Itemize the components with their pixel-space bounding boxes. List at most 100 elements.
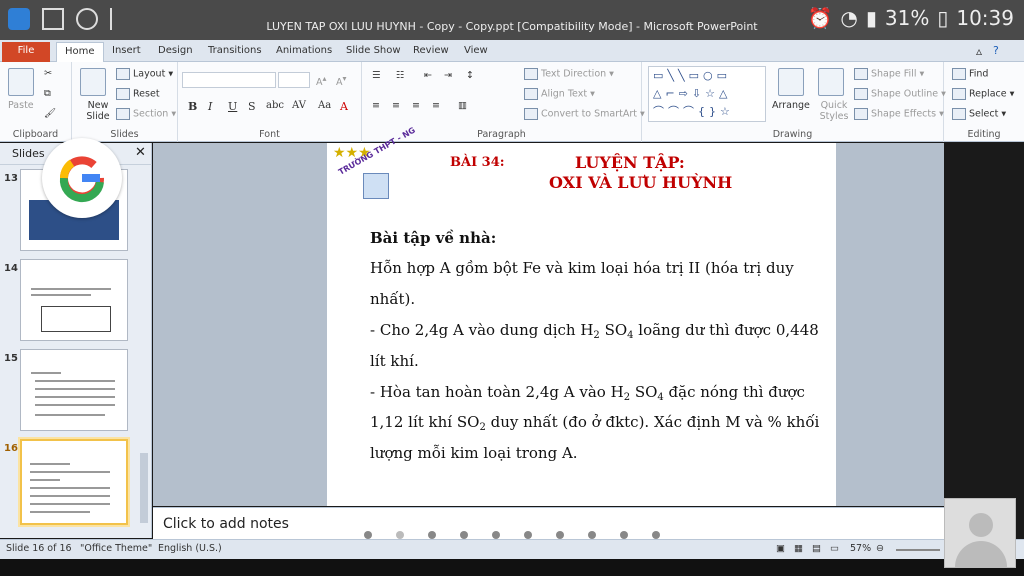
slide-thumbnail-16[interactable] <box>20 439 128 525</box>
char-spacing-button[interactable]: AV <box>292 100 306 111</box>
reading-view-icon[interactable]: ▤ <box>812 543 821 554</box>
new-slide-button[interactable]: New Slide <box>78 100 118 122</box>
shape-fill-button[interactable]: Shape Fill ▾ <box>854 68 924 80</box>
panel-scrollbar[interactable] <box>140 453 148 523</box>
reset-button[interactable]: Reset <box>116 88 160 100</box>
quick-styles-icon <box>818 68 844 96</box>
slide-title-line1: LUYỆN TẬP: <box>575 153 685 172</box>
zoom-level[interactable]: 57% <box>850 543 871 554</box>
tab-design[interactable]: Design <box>150 42 201 62</box>
columns-icon[interactable]: ▥ <box>458 100 467 111</box>
tab-review[interactable]: Review <box>405 42 457 62</box>
shape-effects-label: Shape Effects <box>871 108 937 120</box>
grow-font-icon[interactable]: A▴ <box>316 74 326 88</box>
text-run: loãng dư thì được 0,448 <box>633 321 819 339</box>
zoom-slider[interactable] <box>896 549 940 551</box>
zoom-out-icon[interactable]: ⊖ <box>876 543 884 554</box>
close-panel-icon[interactable]: ✕ <box>135 145 146 160</box>
body-line-1: Hỗn hợp A gồm bột Fe và kim loại hóa trị… <box>370 259 794 277</box>
bold-button[interactable]: B <box>188 100 197 113</box>
select-button[interactable]: Select ▾ <box>952 108 1006 120</box>
shape-outline-button[interactable]: Shape Outline ▾ <box>854 88 946 100</box>
text-run: - Hòa tan hoàn toàn 2,4g A vào H <box>370 383 624 401</box>
slides-tab[interactable]: Slides <box>12 147 45 160</box>
shape-fill-label: Shape Fill <box>871 68 917 80</box>
italic-button[interactable]: I <box>208 100 212 113</box>
tab-transitions[interactable]: Transitions <box>200 42 270 62</box>
strikethrough-button[interactable]: S <box>248 100 256 113</box>
align-right-icon[interactable]: ≡ <box>412 100 420 111</box>
decrease-indent-icon[interactable]: ⇤ <box>424 70 432 81</box>
smartart-button[interactable]: Convert to SmartArt ▾ <box>524 108 645 120</box>
school-logo-icon <box>363 173 389 199</box>
underline-button[interactable]: U <box>228 100 237 113</box>
section-button[interactable]: Section ▾ <box>116 108 176 120</box>
text-run: duy nhất (đo ở đktc). Xác định M và % kh… <box>485 413 820 431</box>
battery-icon: ▯ <box>937 6 949 30</box>
align-text-icon <box>524 88 538 100</box>
slide-sorter-icon[interactable]: ▦ <box>794 543 803 554</box>
app-status-bar: Slide 16 of 16 "Office Theme" English (U… <box>0 539 1024 559</box>
layout-icon <box>116 68 130 80</box>
shapes-gallery[interactable]: ▭╲╲▭○▭ △⌐⇨⇩☆△ ⌒⌒⌒{}☆ <box>648 66 766 122</box>
thumb-number: 14 <box>4 263 18 274</box>
tab-slide-show[interactable]: Slide Show <box>338 42 409 62</box>
slide-thumbnail-14[interactable] <box>20 259 128 341</box>
paste-button[interactable]: Paste <box>8 100 34 111</box>
progress-dot <box>396 531 404 539</box>
format-painter-icon[interactable]: 🖌 <box>44 108 56 119</box>
shape-effects-button[interactable]: Shape Effects ▾ <box>854 108 944 120</box>
line-spacing-icon[interactable]: ↕ <box>466 70 474 81</box>
slide-counter: Slide 16 of 16 <box>6 543 72 554</box>
copy-icon[interactable]: ⧉ <box>44 88 51 99</box>
layout-button[interactable]: Layout ▾ <box>116 68 173 80</box>
tab-view[interactable]: View <box>456 42 496 62</box>
font-name-combo[interactable] <box>182 72 276 88</box>
progress-dot <box>588 531 596 539</box>
signal-icon: ▮ <box>865 6 877 30</box>
replace-button[interactable]: Replace ▾ <box>952 88 1014 100</box>
change-case-button[interactable]: Aa <box>318 100 331 111</box>
shrink-font-icon[interactable]: A▾ <box>336 74 346 88</box>
normal-view-icon[interactable]: ▣ <box>776 543 785 554</box>
slide-thumbnail-15[interactable] <box>20 349 128 431</box>
text-direction-button[interactable]: Text Direction ▾ <box>524 68 614 80</box>
slideshow-icon[interactable]: ▭ <box>830 543 839 554</box>
align-text-button[interactable]: Align Text ▾ <box>524 88 595 100</box>
bullets-icon[interactable]: ☰ <box>372 70 381 81</box>
justify-icon[interactable]: ≡ <box>432 100 440 111</box>
progress-dot <box>460 531 468 539</box>
body-line-5: - Hòa tan hoàn toàn 2,4g A vào H2 SO4 đặ… <box>370 383 805 403</box>
align-left-icon[interactable]: ≡ <box>372 100 380 111</box>
find-icon <box>952 68 966 80</box>
text-run: đặc nóng thì được <box>663 383 805 401</box>
tab-home[interactable]: Home <box>56 42 104 62</box>
google-logo-icon <box>42 138 122 218</box>
shape-outline-icon <box>854 88 868 100</box>
help-icon[interactable]: ? <box>985 42 1007 62</box>
progress-dot <box>652 531 660 539</box>
font-size-combo[interactable] <box>278 72 310 88</box>
body-line-4: lít khí. <box>370 352 419 370</box>
arrange-button[interactable]: Arrange <box>772 100 810 111</box>
align-center-icon[interactable]: ≡ <box>392 100 400 111</box>
tab-insert[interactable]: Insert <box>104 42 149 62</box>
progress-dot <box>364 531 372 539</box>
progress-dot <box>492 531 500 539</box>
shadow-button[interactable]: abc <box>266 100 284 111</box>
tab-file[interactable]: File <box>2 42 50 62</box>
notes-pane[interactable]: Click to add notes <box>153 507 944 539</box>
select-label: Select <box>969 108 999 120</box>
battery-level: 31% <box>884 6 930 30</box>
font-color-icon[interactable]: A <box>340 100 348 113</box>
numbering-icon[interactable]: ☷ <box>396 70 405 81</box>
replace-label: Replace <box>969 88 1007 100</box>
quick-styles-button[interactable]: Quick Styles <box>816 100 852 122</box>
current-slide[interactable]: ★★★ TRƯỜNG THPT - NG BÀI 34: LUYỆN TẬP: … <box>327 126 836 506</box>
cut-icon[interactable]: ✂ <box>44 68 52 79</box>
tab-animations[interactable]: Animations <box>268 42 340 62</box>
thumb-number: 16 <box>4 443 18 454</box>
text-run: SO <box>599 321 628 339</box>
find-button[interactable]: Find <box>952 68 988 80</box>
increase-indent-icon[interactable]: ⇥ <box>444 70 452 81</box>
